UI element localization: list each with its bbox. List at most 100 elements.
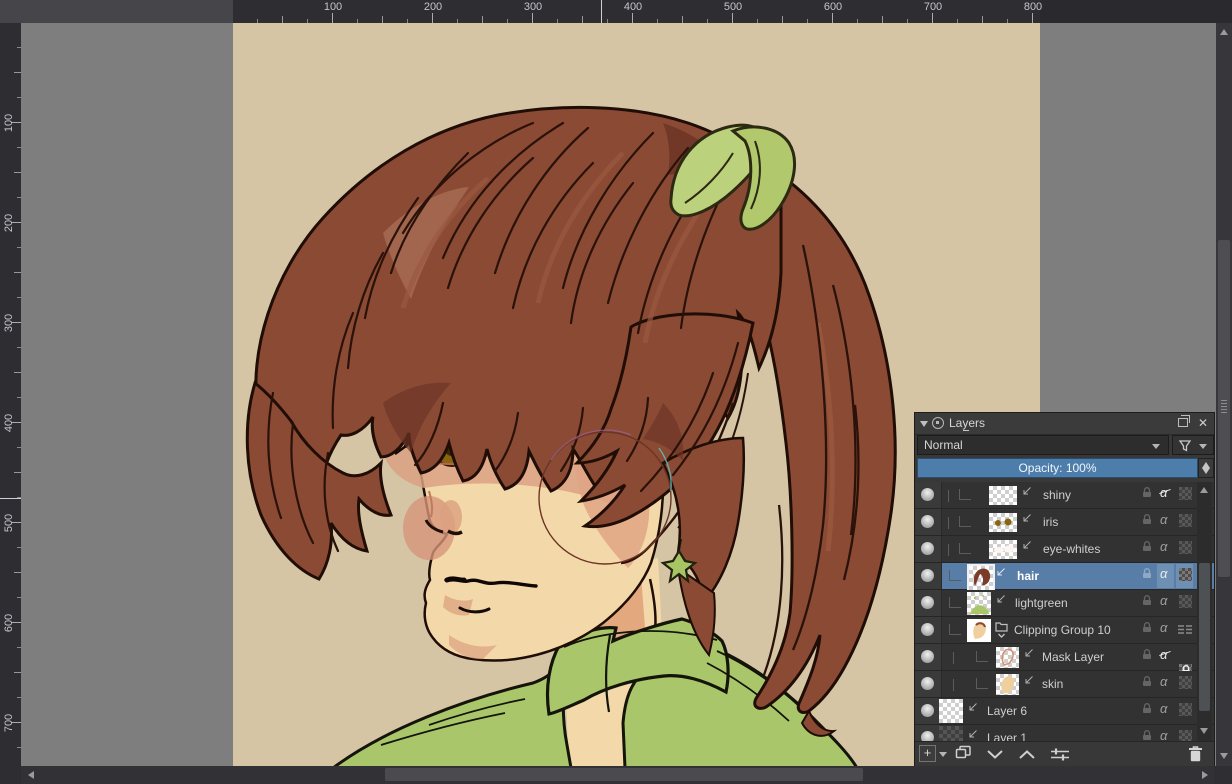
move-layer-down-icon[interactable] <box>985 749 1005 760</box>
layer-name[interactable]: Layer 6 <box>987 704 1027 718</box>
layer-thumbnail[interactable] <box>989 540 1017 559</box>
scroll-up-icon[interactable] <box>1220 29 1228 35</box>
eye-icon[interactable] <box>921 515 934 528</box>
lock-icon[interactable] <box>1142 487 1152 498</box>
eye-icon[interactable] <box>921 623 934 636</box>
layer-name[interactable]: iris <box>1043 515 1058 529</box>
passthrough-stripes-icon[interactable] <box>1177 625 1193 635</box>
scroll-right-icon[interactable] <box>1202 771 1208 779</box>
lock-icon[interactable] <box>1142 703 1152 714</box>
canvas-horizontal-scrollbar[interactable] <box>0 766 1232 784</box>
layer-row[interactable]: Mask Layer α <box>915 644 1214 671</box>
lock-icon[interactable] <box>1142 649 1152 660</box>
collapse-arrow-icon[interactable] <box>920 421 928 427</box>
opacity-slider[interactable]: Opacity: 100% <box>917 458 1198 478</box>
layer-name[interactable]: hair <box>1017 569 1039 583</box>
group-folder-icon[interactable] <box>995 620 1008 638</box>
eye-icon[interactable] <box>921 542 934 555</box>
layer-name[interactable]: shiny <box>1043 488 1071 502</box>
layer-filter-button[interactable] <box>1172 435 1214 455</box>
scroll-down-icon[interactable] <box>1220 753 1228 759</box>
visibility-cell[interactable] <box>915 617 942 643</box>
layer-properties-icon[interactable] <box>1049 747 1071 762</box>
alpha-inherit-icon[interactable]: α <box>1160 647 1167 662</box>
layer-thumbnail[interactable] <box>967 592 991 615</box>
layer-row[interactable]: skin α <box>915 671 1214 698</box>
layer-row[interactable]: Clipping Group 10 α <box>915 617 1214 644</box>
eye-icon[interactable] <box>921 569 934 582</box>
eye-icon[interactable] <box>921 677 934 690</box>
alpha-channel-icon[interactable] <box>1179 568 1192 581</box>
visibility-cell[interactable] <box>915 509 942 535</box>
alpha-channel-icon[interactable] <box>1179 676 1192 689</box>
lock-icon[interactable] <box>1142 514 1152 525</box>
eye-icon[interactable] <box>921 731 934 741</box>
eye-icon[interactable] <box>921 704 934 717</box>
layer-thumbnail[interactable] <box>989 513 1017 532</box>
alpha-icon[interactable]: α <box>1160 701 1167 716</box>
layer-name[interactable]: Clipping Group 10 <box>1014 623 1111 637</box>
alpha-icon[interactable]: α <box>1160 512 1167 527</box>
layer-thumbnail[interactable] <box>996 647 1019 668</box>
add-layer-button[interactable]: + <box>919 745 936 762</box>
alpha-channel-icon[interactable] <box>1179 703 1192 716</box>
layer-row[interactable]: eye-whites α <box>915 536 1214 563</box>
alpha-channel-icon[interactable] <box>1179 541 1192 554</box>
alpha-icon[interactable]: α <box>1160 620 1167 635</box>
horizontal-scroll-thumb[interactable] <box>385 768 863 781</box>
layer-thumbnail[interactable] <box>989 486 1017 505</box>
layer-row-selected[interactable]: hair α <box>915 563 1214 590</box>
eye-icon[interactable] <box>921 596 934 609</box>
close-icon[interactable]: ✕ <box>1198 416 1208 430</box>
layer-name[interactable]: eye-whites <box>1043 542 1100 556</box>
visibility-cell[interactable] <box>915 725 942 741</box>
layer-thumbnail[interactable] <box>939 726 963 741</box>
scroll-left-icon[interactable] <box>28 771 34 779</box>
layer-name[interactable]: skin <box>1042 677 1063 691</box>
layer-thumbnail[interactable] <box>967 619 991 642</box>
layer-name[interactable]: lightgreen <box>1015 596 1068 610</box>
layer-thumbnail[interactable] <box>996 674 1019 695</box>
layer-row[interactable]: Layer 1 α <box>915 725 1214 741</box>
alpha-icon[interactable]: α <box>1160 539 1167 554</box>
visibility-cell[interactable] <box>915 563 942 589</box>
delete-layer-icon[interactable] <box>1187 744 1204 763</box>
move-layer-up-icon[interactable] <box>1017 749 1037 760</box>
layer-name[interactable]: Mask Layer <box>1042 650 1104 664</box>
list-scroll-thumb[interactable] <box>1199 563 1210 711</box>
lock-icon[interactable] <box>1142 595 1152 606</box>
alpha-icon[interactable]: α <box>1160 674 1167 689</box>
visibility-cell[interactable] <box>915 590 942 616</box>
alpha-channel-icon[interactable] <box>1179 514 1192 527</box>
docker-titlebar[interactable]: Layers ✕ <box>915 413 1214 435</box>
lock-icon[interactable] <box>1142 541 1152 552</box>
eye-icon[interactable] <box>921 488 934 501</box>
alpha-icon[interactable]: α <box>1160 728 1167 741</box>
alpha-channel-icon[interactable] <box>1179 730 1192 741</box>
visibility-cell[interactable] <box>915 644 942 670</box>
layer-list-scrollbar[interactable] <box>1197 482 1212 741</box>
visibility-cell[interactable] <box>915 536 942 562</box>
lock-icon[interactable] <box>1142 730 1152 741</box>
eye-icon[interactable] <box>921 650 934 663</box>
alpha-icon[interactable]: α <box>1160 566 1167 581</box>
lock-icon[interactable] <box>1142 622 1152 633</box>
layer-name[interactable]: Layer 1 <box>987 731 1027 741</box>
visibility-cell[interactable] <box>915 698 942 724</box>
scroll-down-icon[interactable] <box>1200 728 1208 734</box>
alpha-channel-icon[interactable] <box>1179 487 1192 500</box>
lock-icon[interactable] <box>1142 568 1152 579</box>
layer-row[interactable]: Layer 6 α <box>915 698 1214 725</box>
layer-row[interactable]: shiny α <box>915 482 1214 509</box>
alpha-inherit-icon[interactable]: α <box>1160 485 1167 500</box>
blend-mode-dropdown[interactable]: Normal <box>917 435 1169 455</box>
vertical-scroll-thumb[interactable] <box>1218 240 1230 577</box>
alpha-channel-icon[interactable] <box>1179 595 1192 608</box>
duplicate-layer-icon[interactable] <box>955 745 972 760</box>
canvas-vertical-scrollbar[interactable] <box>1216 23 1232 766</box>
lock-icon[interactable] <box>1142 676 1152 687</box>
alpha-icon[interactable]: α <box>1160 593 1167 608</box>
layer-row[interactable]: iris α <box>915 509 1214 536</box>
opacity-spinbox[interactable] <box>1198 458 1214 478</box>
visibility-cell[interactable] <box>915 671 942 697</box>
